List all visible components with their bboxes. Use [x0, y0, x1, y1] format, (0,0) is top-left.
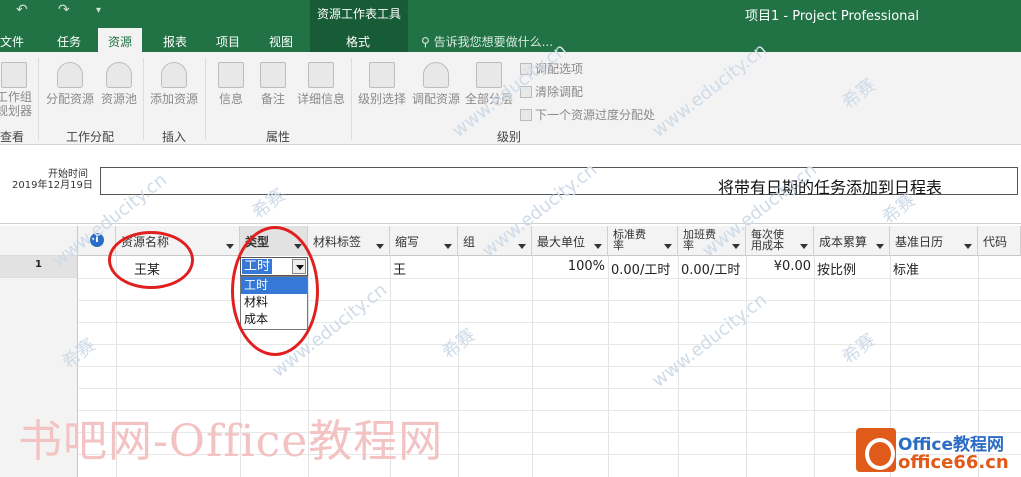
timeline-start-date: 2019年12月19日 — [12, 180, 93, 191]
notes-label: 备注 — [260, 92, 285, 106]
grid-line — [78, 300, 1021, 301]
chevron-down-icon[interactable] — [594, 244, 602, 249]
grid-line — [78, 322, 1021, 323]
lightbulb-icon: ⚲ — [421, 35, 434, 49]
level-selection-label: 级别选择 — [357, 92, 406, 106]
information-button[interactable]: 信息 — [214, 62, 248, 107]
group-label-assignments: 工作分配 — [66, 130, 115, 144]
level-selection-icon — [369, 62, 395, 88]
cell-accrue[interactable]: 按比例 — [814, 256, 890, 278]
add-resource-icon — [161, 62, 187, 88]
information-label: 信息 — [218, 92, 243, 106]
group-label-insert: 插入 — [162, 130, 187, 144]
tab-project[interactable]: 项目 — [216, 33, 240, 50]
chevron-down-icon[interactable] — [226, 244, 234, 249]
group-separator — [205, 58, 206, 140]
cell-initials[interactable]: 王 — [390, 256, 458, 278]
level-resource-icon — [423, 62, 449, 88]
assign-resources-button[interactable]: 分配资源 — [44, 62, 96, 107]
annotation-circle — [108, 231, 194, 289]
next-overallocation-label: 下一个资源过度分配处 — [535, 108, 656, 122]
assign-resources-label: 分配资源 — [45, 92, 94, 106]
cell-std-rate[interactable]: 0.00/工时 — [608, 256, 678, 278]
col-initials[interactable]: 缩写 — [390, 226, 458, 256]
customize-qat-icon[interactable]: ▾ — [96, 5, 101, 16]
level-resource-button[interactable]: 调配资源 — [410, 62, 462, 107]
chevron-down-icon[interactable] — [664, 244, 672, 249]
level-all-icon — [476, 62, 502, 88]
level-resource-label: 调配资源 — [411, 92, 460, 106]
col-base-calendar[interactable]: 基准日历 — [890, 226, 978, 256]
add-resource-button[interactable]: 添加资源 — [148, 62, 200, 107]
cell-cost-per-use[interactable]: ¥0.00 — [746, 256, 814, 278]
tab-task[interactable]: 任务 — [57, 33, 81, 50]
information-icon — [218, 62, 244, 88]
app-title: 项目1 - Project Professional — [745, 9, 919, 24]
team-planner-icon — [1, 62, 27, 88]
contextual-title: 资源工作表工具 — [316, 7, 401, 21]
col-max-units[interactable]: 最大单位 — [532, 226, 608, 256]
group-label-view: 查看 — [0, 130, 25, 144]
team-planner-button[interactable]: 工作组 规划器 — [0, 62, 34, 118]
chevron-down-icon[interactable] — [800, 244, 808, 249]
details-button[interactable]: 详细信息 — [294, 62, 348, 107]
col-material-label[interactable]: 材料标签 — [308, 226, 390, 256]
group-separator — [143, 58, 144, 140]
tab-report[interactable]: 报表 — [163, 33, 187, 50]
tab-view[interactable]: 视图 — [269, 33, 293, 50]
level-selection-button[interactable]: 级别选择 — [356, 62, 408, 107]
assign-resources-icon — [57, 62, 83, 88]
group-separator — [351, 58, 352, 140]
tab-resource[interactable]: 资源 — [98, 28, 143, 52]
logo-url: office66.cn — [898, 452, 1009, 473]
grid-line — [78, 344, 1021, 345]
chevron-down-icon[interactable] — [518, 244, 526, 249]
clear-leveling-label: 清除调配 — [535, 85, 584, 99]
chevron-down-icon[interactable] — [732, 244, 740, 249]
chevron-down-icon[interactable] — [876, 244, 884, 249]
add-resource-label: 添加资源 — [149, 92, 198, 106]
chevron-down-icon[interactable] — [964, 244, 972, 249]
col-code[interactable]: 代码 — [978, 226, 1021, 256]
next-overallocation-icon — [520, 109, 532, 121]
cell-max-units[interactable]: 100% — [532, 256, 608, 278]
chevron-down-icon[interactable] — [376, 244, 384, 249]
office-logo-icon — [856, 428, 896, 472]
notes-icon — [260, 62, 286, 88]
grid-line — [78, 388, 1021, 389]
cell-base-calendar[interactable]: 标准 — [890, 256, 978, 278]
details-icon — [308, 62, 334, 88]
resource-pool-button[interactable]: 资源池 — [98, 62, 140, 107]
site-watermark: 书吧网-Office教程网 — [18, 416, 444, 467]
undo-icon[interactable]: ↶ — [16, 2, 28, 18]
grid-line — [78, 366, 1021, 367]
tell-me-text: 告诉我您想要做什么... — [433, 35, 554, 49]
resource-pool-label: 资源池 — [100, 92, 137, 106]
group-separator — [38, 58, 39, 140]
notes-button[interactable]: 备注 — [256, 62, 290, 107]
tell-me-box[interactable]: ⚲ 告诉我您想要做什么... — [421, 33, 553, 50]
next-overallocation-button[interactable]: 下一个资源过度分配处 — [520, 106, 655, 123]
tab-format[interactable]: 格式 — [346, 33, 370, 50]
col-cost-per-use[interactable]: 每次使 用成本 — [746, 226, 814, 256]
col-std-rate[interactable]: 标准费 率 — [608, 226, 678, 256]
details-label: 详细信息 — [296, 92, 345, 106]
chevron-down-icon[interactable] — [444, 244, 452, 249]
col-accrue[interactable]: 成本累算 — [814, 226, 890, 256]
grid-line — [78, 278, 1021, 279]
redo-icon[interactable]: ↷ — [58, 2, 70, 18]
resource-pool-icon — [106, 62, 132, 88]
group-label-properties: 属性 — [266, 130, 291, 144]
team-planner-label: 工作组 规划器 — [0, 90, 32, 118]
group-label-level: 级别 — [497, 130, 522, 144]
tab-file[interactable]: 文件 — [0, 33, 24, 50]
